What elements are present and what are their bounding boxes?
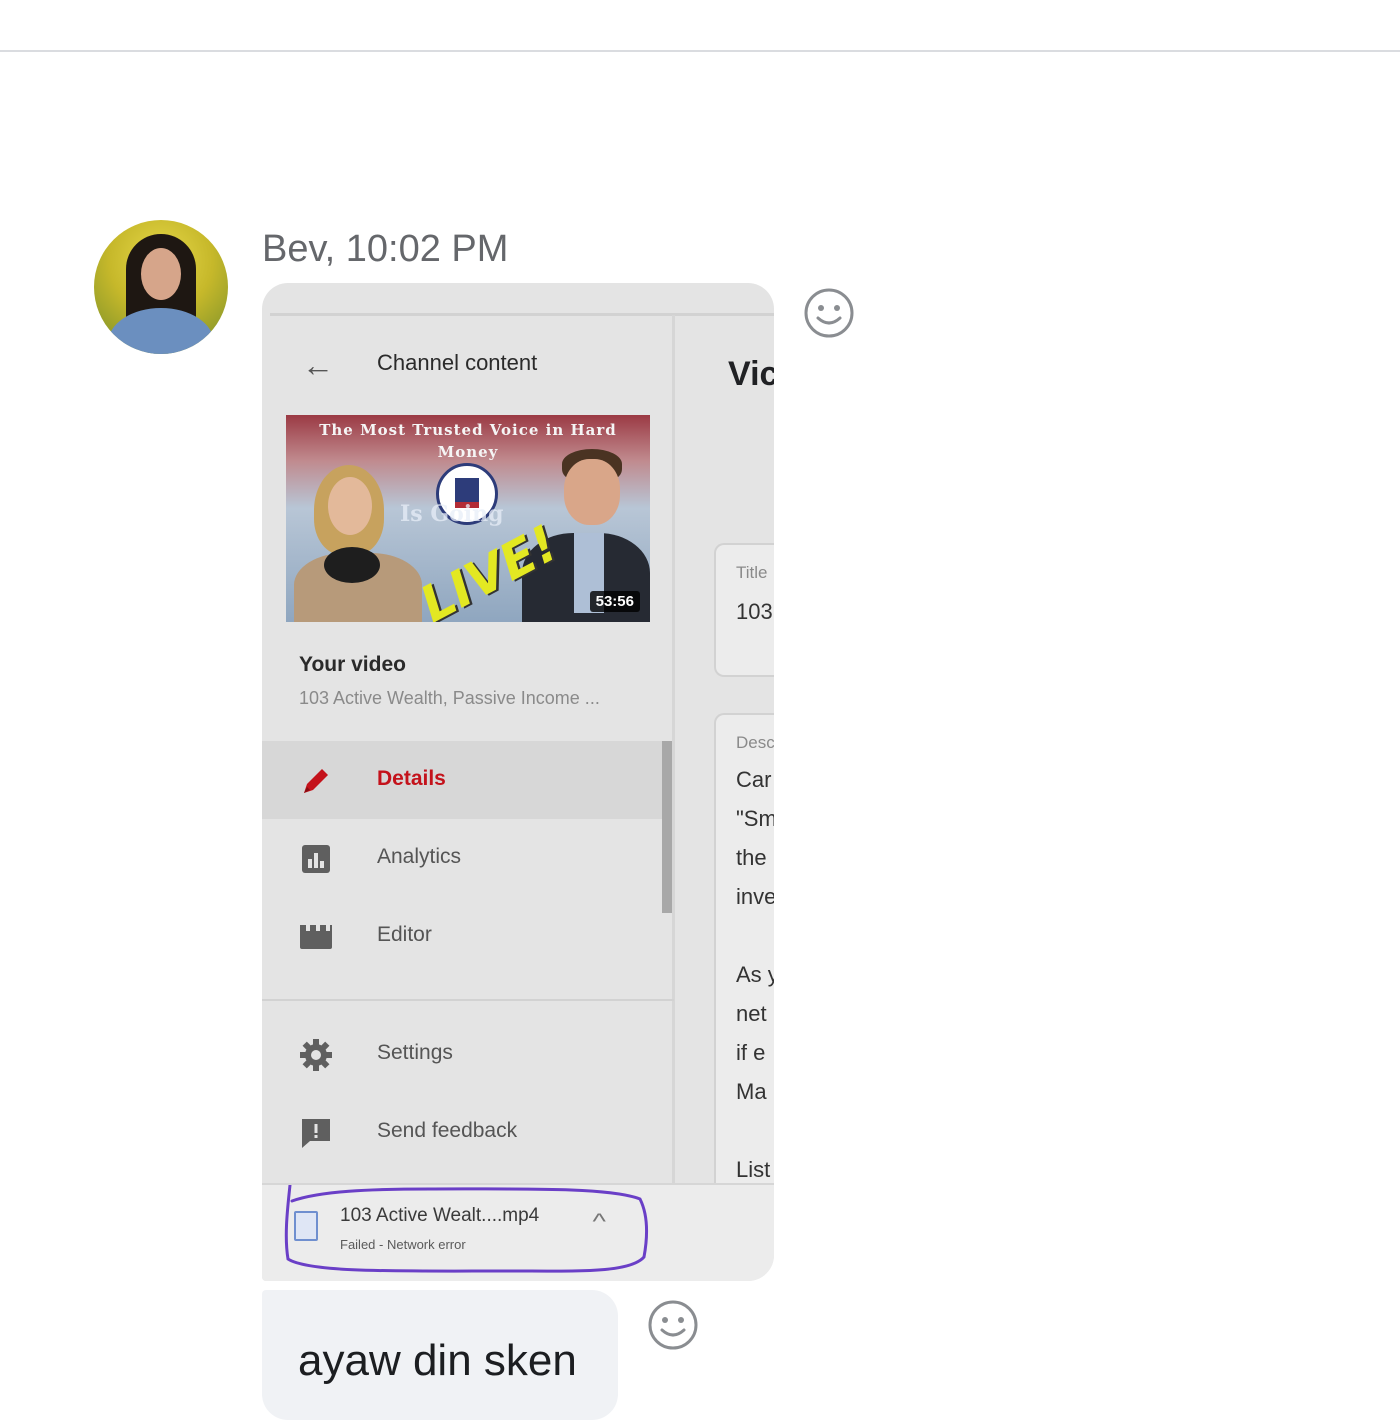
nav-item-analytics[interactable]: Analytics — [262, 819, 662, 897]
video-thumbnail: The Most Trusted Voice in Hard Money Is … — [286, 415, 650, 622]
message-text: ayaw din sken — [298, 1336, 577, 1385]
nav-item-editor[interactable]: Editor — [262, 897, 662, 975]
top-divider — [0, 50, 1400, 52]
nav-item-details[interactable]: Details — [262, 741, 662, 819]
description-line: inve — [736, 884, 774, 909]
description-line: List — [736, 1157, 771, 1182]
analytics-icon — [302, 845, 330, 873]
description-field[interactable]: Desc Car "Sm the inve As y net if e Ma L… — [714, 713, 774, 1217]
sender-timestamp: Bev, 10:02 PM — [262, 228, 509, 270]
hand-drawn-highlight — [284, 1185, 649, 1273]
right-panel-heading: Vic — [728, 355, 774, 393]
description-line: if e — [736, 1040, 766, 1065]
nav-label: Analytics — [377, 845, 462, 868]
back-arrow-icon: ← — [302, 347, 334, 383]
nav-divider — [262, 999, 674, 1001]
description-line: "Sm — [736, 806, 774, 831]
description-line: As y — [736, 962, 774, 987]
download-item[interactable]: 103 Active Wealt....mp4 Failed - Network… — [282, 1185, 649, 1273]
title-field[interactable]: Title 103 — [714, 543, 774, 677]
description-line: the — [736, 845, 767, 870]
thumbnail-overlay-text: Is Going — [400, 501, 504, 527]
nav-scrollbar[interactable] — [662, 741, 672, 913]
gear-icon — [300, 1039, 332, 1071]
nav-label: Send feedback — [377, 1119, 518, 1142]
clapperboard-icon — [300, 925, 332, 949]
nav-label: Details — [377, 767, 446, 790]
avatar-face — [141, 248, 181, 300]
channel-content-title: Channel content — [377, 350, 538, 375]
screenshot-vertical-divider — [672, 315, 675, 1185]
attached-screenshot[interactable]: ← Channel content The Most Trusted Voice… — [262, 283, 774, 1281]
nav-label: Editor — [377, 923, 432, 946]
video-duration: 53:56 — [589, 591, 640, 612]
description-field-label: Desc — [736, 733, 774, 752]
text-message-bubble[interactable]: ayaw din sken — [262, 1290, 618, 1420]
video-name: 103 Active Wealth, Passive Income ... — [299, 688, 600, 708]
nav-label: Settings — [377, 1041, 453, 1064]
avatar-body — [108, 308, 214, 354]
nav-item-send-feedback[interactable]: Send feedback — [262, 1093, 662, 1171]
description-line: Car — [736, 767, 772, 792]
feedback-icon — [302, 1119, 330, 1148]
description-line: net — [736, 1001, 767, 1026]
sender-avatar[interactable] — [94, 220, 228, 354]
react-emoji-icon[interactable] — [646, 1298, 700, 1352]
screenshot-top-divider — [270, 313, 774, 316]
description-line: Ma — [736, 1079, 767, 1104]
react-emoji-icon[interactable] — [802, 286, 856, 340]
thumbnail-person-left — [294, 465, 422, 622]
title-field-label: Title — [736, 563, 768, 582]
pencil-icon — [304, 769, 328, 793]
nav-item-settings[interactable]: Settings — [262, 1015, 662, 1093]
your-video-label: Your video — [299, 653, 406, 676]
title-field-value: 103 — [736, 599, 773, 624]
